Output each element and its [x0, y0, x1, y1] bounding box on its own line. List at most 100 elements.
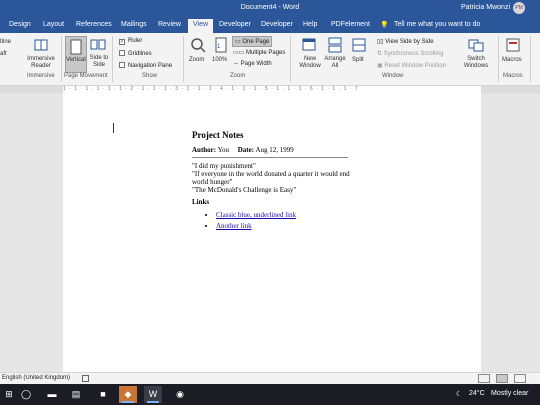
date-label: Date:: [237, 146, 255, 154]
weather-temp[interactable]: 24°C: [469, 390, 485, 397]
group-macros: Macros: [503, 73, 523, 79]
side-to-side-icon: [90, 37, 106, 53]
multiple-pages-icon: ▭▭: [233, 50, 247, 56]
divider: [192, 157, 348, 158]
divider: [290, 36, 291, 82]
ruler[interactable]: 1 · 1 · 1 · 1 · 1 · 1 · 2 · 1 · 1 · 1 · …: [0, 86, 540, 93]
tab-references[interactable]: References: [76, 21, 112, 28]
arrange-all-button[interactable]: Arrange All: [323, 56, 347, 70]
side-to-side-button[interactable]: Side to Side: [89, 55, 109, 69]
language-indicator[interactable]: English (United Kingdom): [2, 375, 70, 381]
chrome-icon[interactable]: ◉: [171, 386, 189, 403]
macros-button[interactable]: Macros: [502, 57, 522, 63]
divider: [61, 36, 62, 82]
quote-line: "If everyone in the world donated a quar…: [192, 170, 350, 186]
tab-developer-2[interactable]: Developer: [261, 21, 293, 28]
status-bar: English (United Kingdom): [0, 372, 540, 384]
user-name[interactable]: Patricia Mwonzi: [461, 4, 510, 11]
links-heading: Links: [192, 198, 210, 206]
macros-icon: [505, 37, 521, 53]
page-width-button[interactable]: ⇔ Page Width: [233, 61, 272, 67]
group-zoom: Zoom: [230, 73, 246, 79]
switch-windows-button[interactable]: Switch Windows: [460, 56, 492, 70]
page-width-icon: ⇔: [233, 61, 241, 67]
photos-icon[interactable]: ◆: [119, 386, 137, 403]
document-page[interactable]: Project Notes Author: You Date: Aug 12, …: [63, 93, 481, 372]
tab-help[interactable]: Help: [303, 21, 317, 28]
doc-meta: Author: You Date: Aug 12, 1999: [192, 146, 352, 154]
word-icon[interactable]: W: [144, 386, 162, 403]
synchronous-scrolling-button[interactable]: ⇅ Synchronous Scrolling: [377, 50, 443, 57]
ruler-checkbox[interactable]: ✓ Ruler: [119, 38, 142, 45]
list-item: Another link: [216, 221, 352, 232]
text-cursor: [113, 123, 114, 133]
start-icon[interactable]: ⊞: [0, 386, 18, 403]
weather-text[interactable]: Mostly clear: [491, 390, 528, 397]
magnifier-icon: [190, 37, 206, 53]
one-page-button[interactable]: ▭ One Page: [232, 36, 273, 47]
ruler-marks: 1 · 1 · 1 · 1 · 1 · 1 · 2 · 1 · 1 · 1 · …: [63, 86, 359, 92]
classic-link[interactable]: Classic blue, underlined link: [216, 211, 296, 219]
ribbon-tabs: Design Layout References Mailings Review…: [0, 18, 540, 33]
accessibility-icon[interactable]: [82, 375, 89, 382]
outline-button[interactable]: tline: [0, 39, 11, 45]
gridlines-label: Gridlines: [128, 51, 152, 57]
navigation-pane-checkbox[interactable]: Navigation Pane: [119, 62, 172, 69]
web-layout-button[interactable]: [514, 374, 526, 383]
app-icon[interactable]: ■: [94, 386, 112, 403]
store-icon[interactable]: ▤: [67, 386, 85, 403]
cortana-icon[interactable]: ◯: [17, 386, 35, 403]
immersive-reader-button[interactable]: Immersive Reader: [24, 56, 58, 70]
draft-button[interactable]: aft: [0, 51, 7, 57]
another-link[interactable]: Another link: [216, 222, 252, 230]
title-bar: Document4 - Word Patricia Mwonzi PM: [0, 0, 540, 18]
weather-icon[interactable]: ☾: [456, 390, 462, 398]
tab-review[interactable]: Review: [158, 21, 181, 28]
immersive-reader-icon: [33, 37, 49, 53]
vertical-button[interactable]: [65, 36, 87, 73]
switch-windows-icon: [468, 37, 484, 53]
tab-layout[interactable]: Layout: [43, 21, 64, 28]
window-title: Document4 - Word: [240, 4, 300, 11]
divider: [183, 36, 184, 82]
split-button[interactable]: Split: [352, 57, 364, 63]
check-icon: ✓: [119, 39, 125, 45]
divider: [112, 36, 113, 82]
tab-view[interactable]: View: [188, 19, 214, 33]
tell-me-box[interactable]: Tell me what you want to do: [394, 21, 480, 28]
gridlines-checkbox[interactable]: Gridlines: [119, 50, 152, 57]
new-window-button[interactable]: New Window: [296, 56, 324, 70]
avatar[interactable]: PM: [513, 2, 525, 14]
split-icon: [351, 37, 367, 53]
tab-design[interactable]: Design: [9, 21, 31, 28]
divider: [530, 36, 531, 82]
multiple-pages-button[interactable]: ▭▭ Multiple Pages: [233, 49, 285, 56]
tab-mailings[interactable]: Mailings: [121, 21, 147, 28]
quote-line: "I did my punishment": [192, 162, 256, 170]
ribbon: tline aft Immersive Reader Immersive Ver…: [0, 33, 540, 86]
vertical-label: Vertical: [66, 57, 86, 63]
zoom-100-icon: 1: [213, 37, 229, 53]
sync-scroll-icon: ⇅: [377, 51, 384, 57]
tab-pdfelement[interactable]: PDFelement: [331, 21, 370, 28]
zoom-button[interactable]: Zoom: [189, 57, 204, 63]
links-list: Classic blue, underlined link Another li…: [192, 210, 352, 232]
divider: [498, 36, 499, 82]
navigation-pane-label: Navigation Pane: [128, 63, 173, 69]
quote-line: "The McDonald's Challenge is Easy": [192, 186, 297, 194]
read-mode-button[interactable]: [478, 374, 490, 383]
print-layout-button[interactable]: [496, 374, 508, 383]
new-window-icon: [301, 37, 317, 53]
ruler-label: Ruler: [128, 38, 143, 44]
date-value: Aug 12, 1999: [255, 146, 294, 154]
zoom-100-button[interactable]: 100%: [212, 57, 227, 63]
author-value: You: [217, 146, 229, 154]
document-content[interactable]: Project Notes Author: You Date: Aug 12, …: [192, 130, 352, 232]
document-canvas: Project Notes Author: You Date: Aug 12, …: [0, 93, 540, 372]
view-side-by-side-button[interactable]: ▯▯ View Side by Side: [377, 38, 434, 45]
reset-window-position-button[interactable]: ▣ Reset Window Position: [377, 62, 446, 69]
vertical-icon: [70, 39, 82, 55]
doc-title: Project Notes: [192, 130, 244, 140]
tab-developer[interactable]: Developer: [219, 21, 251, 28]
file-explorer-icon[interactable]: ▬: [43, 386, 61, 403]
